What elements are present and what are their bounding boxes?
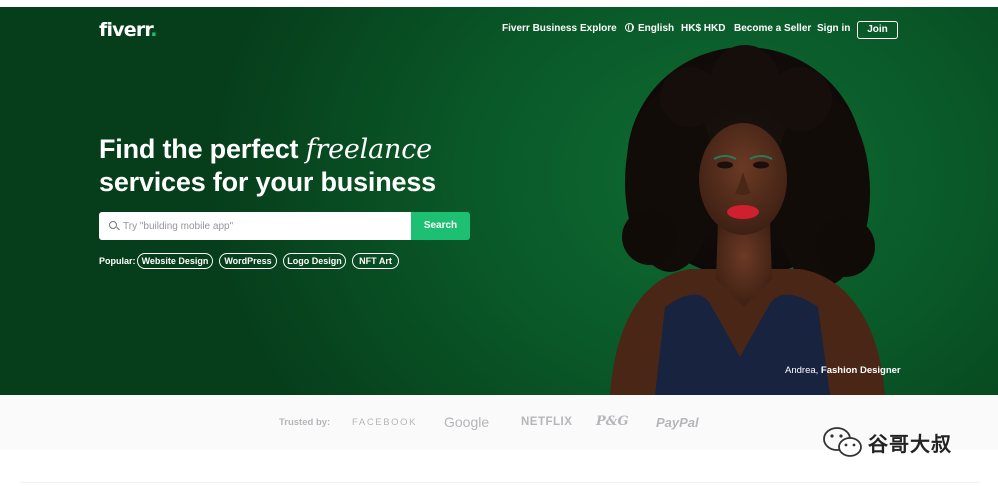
join-button[interactable]: Join: [857, 21, 898, 39]
logo-dot: .: [150, 19, 157, 41]
caption-role: Fashion Designer: [820, 365, 901, 376]
nav-explore[interactable]: Explore: [580, 23, 617, 34]
popular-label: Popular:: [99, 256, 136, 266]
popular-tag-nft-art[interactable]: NFT Art: [352, 253, 399, 269]
brand-netflix-logo: NETFLIX: [521, 416, 573, 428]
popular-tag-website-design[interactable]: Website Design: [137, 253, 213, 269]
popular-tag-wordpress[interactable]: WordPress: [219, 253, 277, 269]
nav-fiverr-business[interactable]: Fiverr Business: [502, 23, 577, 34]
wechat-icon: [823, 427, 862, 457]
search-input[interactable]: [123, 212, 403, 240]
watermark-text: 谷哥大叔: [868, 432, 952, 456]
hero-portrait-image: [610, 45, 885, 395]
logo-text: fiverr: [99, 19, 151, 41]
headline-emphasis: freelance: [305, 134, 432, 165]
nav-become-seller[interactable]: Become a Seller: [734, 23, 811, 34]
headline-line2: services for your business: [99, 167, 436, 197]
nav-sign-in[interactable]: Sign in: [817, 23, 850, 34]
fiverr-logo[interactable]: fiverr.: [99, 19, 158, 41]
brand-paypal-logo: PayPal: [656, 415, 699, 430]
trusted-label: Trusted by:: [279, 417, 331, 428]
nav-currency[interactable]: HK$ HKD: [681, 23, 725, 34]
headline-part1: Find the perfect: [99, 134, 306, 164]
nav-language[interactable]: English: [625, 23, 674, 34]
section-divider: [20, 482, 980, 483]
brand-google-logo: Google: [444, 414, 490, 430]
brand-facebook-logo: FACEBOOK: [352, 417, 418, 428]
search-icon: [109, 221, 117, 229]
caption-name: Andrea,: [785, 365, 821, 376]
top-strip: [0, 0, 998, 7]
brand-pg-logo: P&G: [596, 414, 629, 429]
hero-section: fiverr. Fiverr Business Explore English …: [0, 7, 998, 395]
globe-icon: [625, 23, 634, 32]
search-box: [99, 212, 411, 240]
hero-headline: Find the perfect freelance services for …: [99, 133, 436, 198]
language-label: English: [638, 23, 675, 34]
popular-tag-logo-design[interactable]: Logo Design: [283, 253, 346, 269]
portrait-caption: Andrea, Fashion Designer: [785, 365, 901, 376]
search-button[interactable]: Search: [411, 212, 470, 240]
